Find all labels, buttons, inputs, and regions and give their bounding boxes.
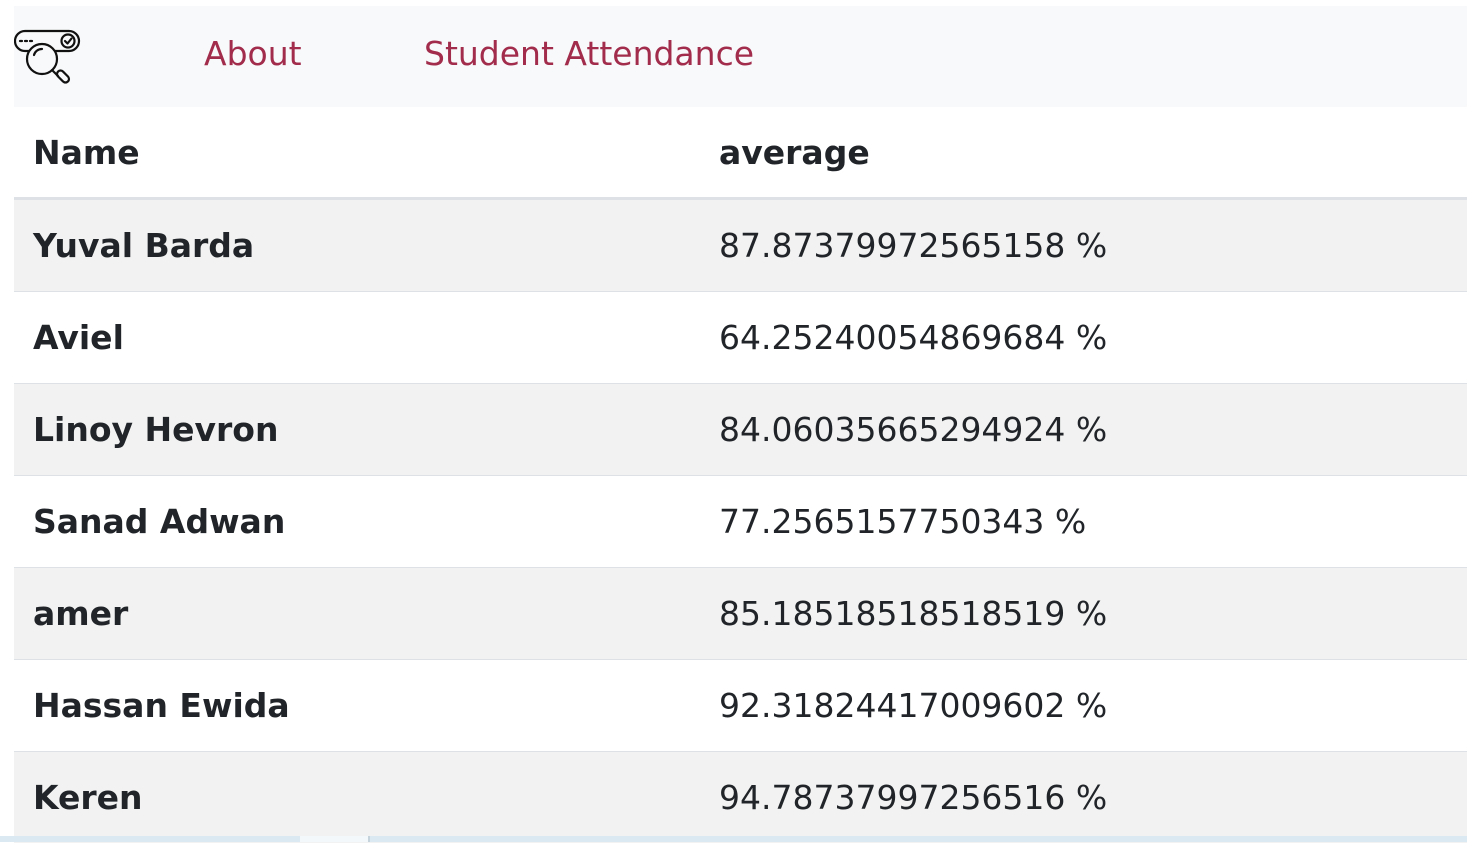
table-row: amer 85.18518518518519 % (14, 568, 1467, 660)
student-name: Sanad Adwan (14, 476, 700, 568)
table-row: Yuval Barda 87.87379972565158 % (14, 199, 1467, 292)
attendance-search-icon[interactable] (14, 26, 84, 88)
student-name: Hassan Ewida (14, 660, 700, 752)
nav-link-about[interactable]: About (204, 34, 302, 74)
student-name: Aviel (14, 292, 700, 384)
student-average: 87.87379972565158 % (700, 199, 1467, 292)
table-row: Aviel 64.25240054869684 % (14, 292, 1467, 384)
student-average: 64.25240054869684 % (700, 292, 1467, 384)
student-average: 92.31824417009602 % (700, 660, 1467, 752)
table-row: Sanad Adwan 77.2565157750343 % (14, 476, 1467, 568)
navbar: About Student Attendance (14, 6, 1467, 107)
column-header-average: average (700, 107, 1467, 199)
student-average: 94.78737997256516 % (700, 752, 1467, 843)
horizontal-scrollbar[interactable] (0, 836, 1467, 842)
scrollbar-thumb[interactable] (300, 836, 370, 842)
student-average: 77.2565157750343 % (700, 476, 1467, 568)
student-name: Linoy Hevron (14, 384, 700, 476)
student-name: amer (14, 568, 700, 660)
student-average: 85.18518518518519 % (700, 568, 1467, 660)
nav-link-student-attendance[interactable]: Student Attendance (424, 34, 754, 74)
table-row: Hassan Ewida 92.31824417009602 % (14, 660, 1467, 752)
student-name: Yuval Barda (14, 199, 700, 292)
column-header-name: Name (14, 107, 700, 199)
table-row: Keren 94.78737997256516 % (14, 752, 1467, 843)
table-row: Linoy Hevron 84.06035665294924 % (14, 384, 1467, 476)
student-name: Keren (14, 752, 700, 843)
attendance-table: Name average Yuval Barda 87.873799725651… (14, 107, 1467, 843)
student-average: 84.06035665294924 % (700, 384, 1467, 476)
table-header-row: Name average (14, 107, 1467, 199)
